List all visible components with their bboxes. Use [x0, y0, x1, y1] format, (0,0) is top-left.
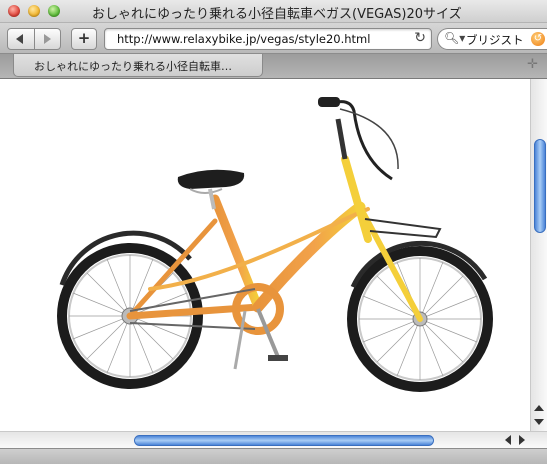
scroll-up-arrow-icon[interactable] [534, 405, 544, 411]
vertical-scroll-thumb[interactable] [534, 139, 546, 233]
vertical-scrollbar[interactable] [530, 79, 547, 431]
back-arrow-icon [16, 34, 23, 44]
handlebar [318, 97, 399, 181]
tab-current[interactable]: おしゃれにゆったり乗れる小径自転車… [13, 54, 263, 77]
new-tab-icon[interactable]: ✛ [527, 57, 538, 72]
minimize-window-button[interactable] [28, 5, 40, 17]
forward-button[interactable] [34, 29, 60, 49]
window-title: おしゃれにゆったり乗れる小径自転車ベガス(VEGAS)20サイズ [92, 7, 462, 22]
bicycle-photo [57, 97, 493, 392]
add-bookmark-button[interactable]: + [71, 28, 97, 50]
snapback-icon[interactable]: ↺ [531, 32, 545, 46]
horizontal-scrollbar[interactable] [0, 431, 547, 448]
status-bar [0, 448, 547, 464]
toolbar: + http://www.relaxybike.jp/vegas/style20… [0, 23, 547, 54]
browser-window: おしゃれにゆったり乗れる小径自転車ベガス(VEGAS)20サイズ + http:… [0, 0, 547, 464]
search-icon[interactable]: 🔍︎▾ [444, 31, 465, 45]
page-content [0, 79, 530, 431]
reload-icon[interactable]: ↻ [414, 30, 426, 46]
back-button[interactable] [8, 29, 35, 49]
close-window-button[interactable] [8, 5, 20, 17]
scroll-left-arrow-icon[interactable] [505, 435, 511, 445]
tab-label: おしゃれにゆったり乗れる小径自転車… [34, 60, 232, 73]
pedal [268, 355, 288, 361]
forward-arrow-icon [44, 34, 51, 44]
address-bar[interactable]: http://www.relaxybike.jp/vegas/style20.h… [104, 28, 432, 50]
url-text[interactable]: http://www.relaxybike.jp/vegas/style20.h… [117, 32, 370, 46]
scroll-down-arrow-icon[interactable] [534, 419, 544, 425]
scroll-right-arrow-icon[interactable] [519, 435, 525, 445]
nav-buttons [7, 28, 61, 50]
horizontal-scroll-thumb[interactable] [134, 435, 434, 446]
saddle [177, 169, 245, 210]
zoom-window-button[interactable] [48, 5, 60, 17]
title-bar: おしゃれにゆったり乗れる小径自転車ベガス(VEGAS)20サイズ [0, 0, 547, 23]
search-text[interactable]: ブリジスト [466, 32, 524, 48]
tab-bar: おしゃれにゆったり乗れる小径自転車… ✛ [0, 54, 547, 79]
search-field[interactable]: 🔍︎▾ ブリジスト ↺ [437, 28, 547, 50]
